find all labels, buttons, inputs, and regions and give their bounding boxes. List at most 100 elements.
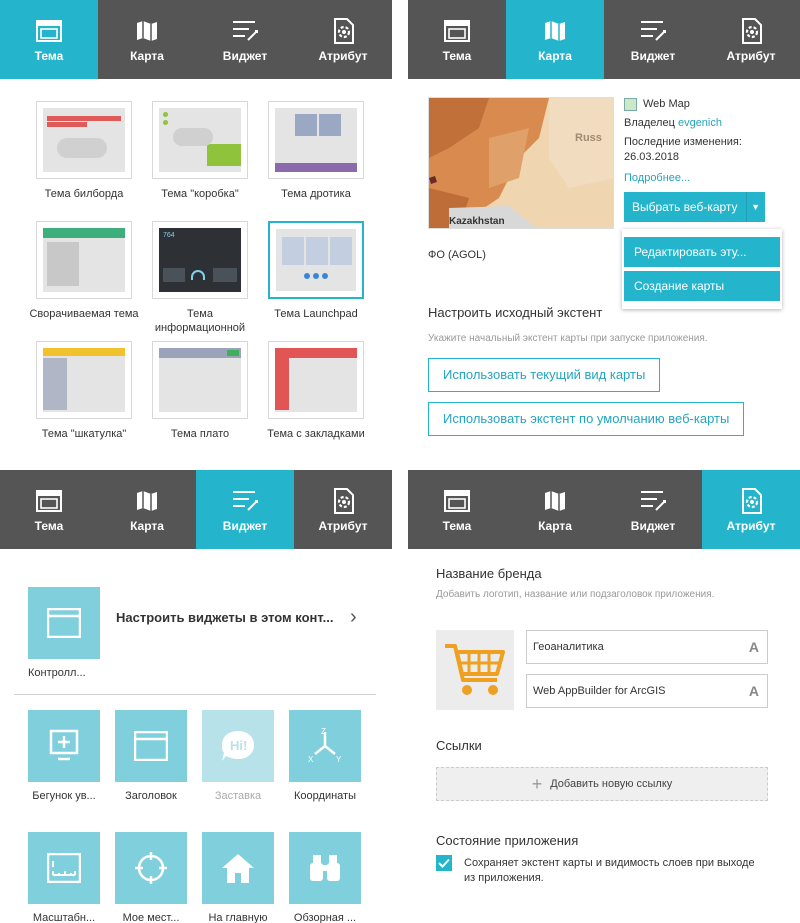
- chevron-right-icon[interactable]: ›: [350, 606, 357, 629]
- dropdown-caret-icon[interactable]: ▼: [746, 192, 765, 222]
- widget-tile[interactable]: Hi!: [202, 710, 274, 782]
- map-icon: [132, 487, 162, 515]
- tab-bar: Тема Карта Виджет Атрибут: [408, 470, 800, 549]
- tab-attribute[interactable]: Атрибут: [702, 470, 800, 549]
- tab-theme[interactable]: Тема: [0, 470, 98, 549]
- map-icon: [132, 17, 162, 45]
- widget-tile[interactable]: Z X Y: [289, 710, 361, 782]
- widget-label: Заголовок: [125, 790, 177, 802]
- logo-upload[interactable]: [436, 630, 514, 710]
- theme-thumbnail: [36, 221, 132, 299]
- widget-tile[interactable]: [202, 832, 274, 904]
- tab-label: Карта: [538, 518, 572, 533]
- map-panel: Тема Карта Виджет Атрибут Russ Kazakhsta…: [408, 0, 800, 460]
- tab-label: Атрибут: [726, 518, 776, 533]
- header-controller[interactable]: Контролл...: [28, 587, 118, 679]
- select-webmap-button[interactable]: Выбрать веб-карту: [624, 192, 747, 222]
- font-style-icon[interactable]: A: [749, 631, 759, 663]
- widget-tile[interactable]: [115, 710, 187, 782]
- controller-tile[interactable]: [28, 587, 100, 659]
- tab-label: Атрибут: [318, 518, 368, 533]
- theme-icon: [442, 487, 472, 515]
- widget-tile[interactable]: [115, 832, 187, 904]
- tab-map[interactable]: Карта: [98, 0, 196, 79]
- widget-zoom-slider[interactable]: Бегунок ув...: [28, 710, 100, 802]
- extent-section-title: Настроить исходный экстент: [428, 305, 603, 320]
- widget-splash[interactable]: Hi! Заставка: [202, 710, 274, 802]
- attribute-icon: [328, 487, 358, 515]
- tab-label: Тема: [34, 48, 64, 63]
- shopping-cart-icon: [445, 644, 505, 695]
- tab-map[interactable]: Карта: [98, 470, 196, 549]
- widget-tile[interactable]: [28, 710, 100, 782]
- controller-label[interactable]: Настроить виджеты в этом конт...: [116, 610, 333, 625]
- theme-thumbnail: [36, 341, 132, 419]
- brand-hint: Добавить логотип, название или подзаголо…: [436, 589, 715, 600]
- map-name: ФО (AGOL): [428, 249, 486, 261]
- widget-label: Мое мест...: [122, 912, 180, 923]
- font-style-icon[interactable]: A: [749, 675, 759, 707]
- theme-dashboard[interactable]: 764 Тема информационной: [148, 221, 252, 341]
- theme-foldable[interactable]: Сворачиваемая тема: [29, 221, 139, 341]
- app-state-section-title: Состояние приложения: [436, 833, 579, 848]
- theme-jewelry-box[interactable]: Тема "шкатулка": [32, 341, 136, 460]
- widget-coordinate[interactable]: Z X Y Координаты: [289, 710, 361, 802]
- more-details-link[interactable]: Подробнее...: [624, 171, 784, 186]
- tab-attribute[interactable]: Атрибут: [294, 0, 392, 79]
- select-webmap-split-button: Выбрать веб-карту ▼: [624, 192, 784, 222]
- modified-label: Последние изменения:: [624, 136, 742, 148]
- tab-theme[interactable]: Тема: [408, 0, 506, 79]
- owner-row: Владелец evgenich: [624, 116, 784, 131]
- use-current-extent-button[interactable]: Использовать текущий вид карты: [428, 358, 661, 392]
- theme-thumbnail: [36, 101, 132, 179]
- widget-icon: [638, 17, 668, 45]
- theme-plateau[interactable]: Тема плато: [148, 341, 252, 460]
- widget-header[interactable]: Заголовок: [115, 710, 187, 802]
- tab-widget[interactable]: Виджет: [604, 470, 702, 549]
- widget-tile[interactable]: [289, 832, 361, 904]
- widget-home[interactable]: На главную: [202, 832, 274, 923]
- scalebar-icon: [47, 853, 81, 883]
- widget-overview-map[interactable]: Обзорная ...: [289, 832, 361, 923]
- extent-hint: Укажите начальный экстент карты при запу…: [428, 333, 708, 344]
- tab-widget[interactable]: Виджет: [196, 470, 294, 549]
- theme-thumbnail: [268, 341, 364, 419]
- tab-map[interactable]: Карта: [506, 470, 604, 549]
- widget-scalebar[interactable]: Масштабн...: [28, 832, 100, 923]
- theme-tab[interactable]: Тема с закладками: [264, 341, 368, 460]
- owner-link[interactable]: evgenich: [678, 117, 722, 129]
- tab-map[interactable]: Карта: [506, 0, 604, 79]
- tab-bar: Тема Карта Виджет Атрибут: [0, 470, 392, 549]
- map-thumbnail[interactable]: Russ Kazakhstan: [428, 97, 614, 229]
- svg-text:Y: Y: [336, 755, 342, 764]
- edit-map-menu-item[interactable]: Редактировать эту...: [624, 237, 780, 267]
- theme-box[interactable]: Тема "коробка": [148, 101, 252, 221]
- use-default-extent-button[interactable]: Использовать экстент по умолчанию веб-ка…: [428, 402, 745, 436]
- save-state-label: Сохраняет экстент карты и видимость слое…: [464, 857, 755, 884]
- theme-label: Сворачиваемая тема: [29, 308, 139, 320]
- save-state-checkbox[interactable]: [436, 855, 452, 871]
- theme-billboard[interactable]: Тема билборда: [32, 101, 136, 221]
- map-thumbnail-image: [429, 98, 613, 228]
- create-map-menu-item[interactable]: Создание карты: [624, 271, 780, 301]
- theme-thumbnail: [268, 101, 364, 179]
- tab-label: Тема: [34, 518, 64, 533]
- theme-dart[interactable]: Тема дротика: [264, 101, 368, 221]
- widget-my-location[interactable]: Мое мест...: [115, 832, 187, 923]
- theme-panel: Тема Карта Виджет Атрибут Тема билборда …: [0, 0, 392, 460]
- tab-widget[interactable]: Виджет: [196, 0, 294, 79]
- theme-launchpad[interactable]: Тема Launchpad: [264, 221, 368, 341]
- app-subtitle-input[interactable]: Web AppBuilder for ArcGIS A: [526, 674, 768, 708]
- tab-label: Тема: [442, 518, 472, 533]
- tab-widget[interactable]: Виджет: [604, 0, 702, 79]
- tab-attribute[interactable]: Атрибут: [294, 470, 392, 549]
- controller-icon: [47, 608, 81, 638]
- widget-tile[interactable]: [28, 832, 100, 904]
- app-title-input[interactable]: Геоаналитика A: [526, 630, 768, 664]
- tab-theme[interactable]: Тема: [408, 470, 506, 549]
- webmap-info: Russ Kazakhstan Web Map Владелец evgenic…: [408, 79, 800, 229]
- add-link-button[interactable]: + Добавить новую ссылку: [436, 767, 768, 801]
- links-section-title: Ссылки: [436, 738, 482, 753]
- tab-theme[interactable]: Тема: [0, 0, 98, 79]
- tab-attribute[interactable]: Атрибут: [702, 0, 800, 79]
